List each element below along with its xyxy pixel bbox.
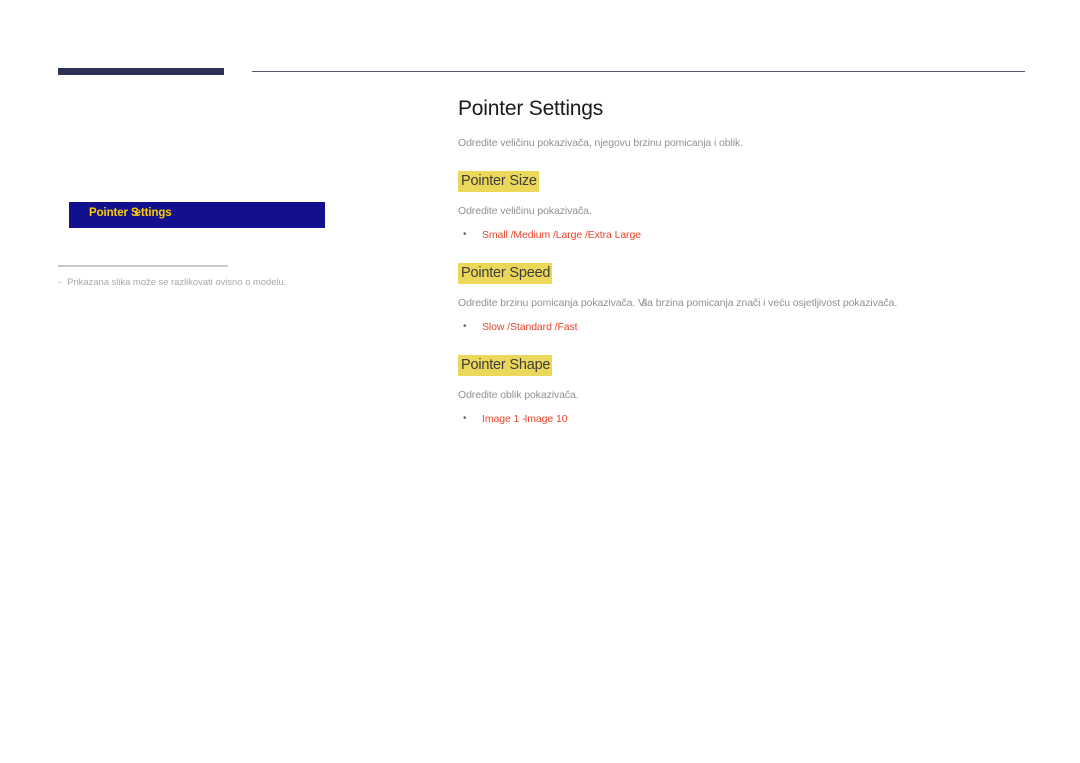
section-description-pointer-speed: Odredite brzinu pomicanja pokazivača. Vi… [458,296,1028,311]
section-heading-pointer-size: Pointer Size [458,171,539,192]
osd-menu-box-label: Pointer Settings [89,207,172,219]
bullet-icon: • [463,413,467,424]
options-list-pointer-shape-part1: Image 1 - [482,413,526,425]
intro-paragraph: Odredite veličinu pokazivača, njegovu br… [458,137,743,149]
bullet-icon: • [463,229,467,240]
options-list-pointer-size: Small /Medium /Large /Extra Large [482,229,641,241]
page-title: Pointer Settings [458,97,604,120]
section-heading-pointer-shape: Pointer Shape [458,355,553,376]
main-column: Pointer Settings Odredite veličinu pokaz… [458,96,1028,426]
note-divider [58,265,228,267]
section-description-pointer-speed-part1: Odredite brzinu pomicanja pokazivača. Vi [458,297,647,309]
options-row-pointer-size: • Small /Medium /Large /Extra Large [458,228,1028,242]
section-description-pointer-shape: Odredite oblik pokazivača. [458,389,579,401]
section-pointer-shape: Pointer Shape Odredite oblik pokazivača.… [458,355,1028,426]
osd-menu-box: Pointer Settings [69,202,325,228]
section-pointer-speed: Pointer Speed Odredite brzinu pomicanja … [458,263,1028,334]
options-list-pointer-shape: Image 1 -Image 10 [482,412,568,426]
section-pointer-size: Pointer Size Odredite veličinu pokazivač… [458,171,1028,242]
options-list-pointer-shape-part2: Image 10 [524,413,568,425]
section-heading-pointer-speed: Pointer Speed [458,263,553,284]
note-text: Prikazana slika može se razlikovati ovis… [67,277,287,288]
note-dash-marker: - [58,277,62,288]
options-row-pointer-speed: • Slow /Standard /Fast [458,320,1028,334]
options-row-pointer-shape: • Image 1 -Image 10 [458,412,1028,426]
bullet-icon: • [463,321,467,332]
header-rule [252,71,1025,72]
note-row: - Prikazana slika može se razlikovati ov… [58,276,388,290]
section-description-pointer-speed-part2: ša brzina pomicanja znači i veću osjetlj… [642,297,898,309]
section-description-pointer-size: Odredite veličinu pokazivača. [458,205,592,217]
osd-menu-box-label-part2: ettings [134,207,172,219]
header-accent-bar [58,68,224,75]
document-page: Pointer Settings - Prikazana slika može … [0,0,1080,763]
osd-menu-box-label-part1: Pointer S [89,207,139,219]
options-list-pointer-speed: Slow /Standard /Fast [482,321,578,333]
